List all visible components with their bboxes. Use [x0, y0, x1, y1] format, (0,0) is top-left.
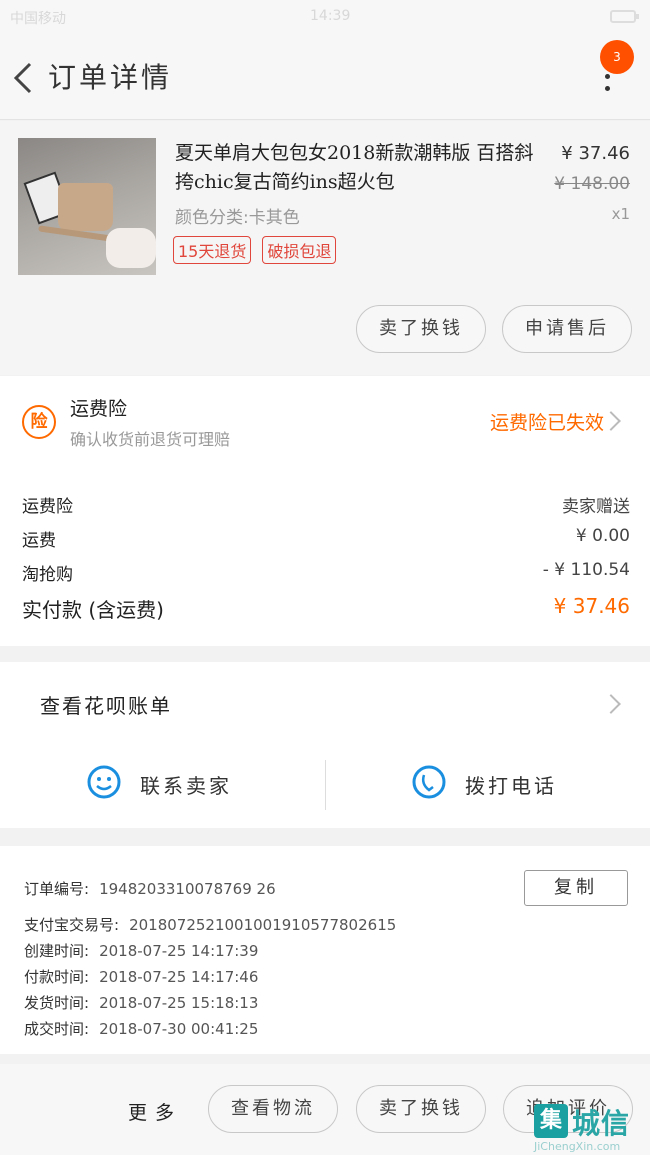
huabei-bill-label: 查看花呗账单: [40, 694, 172, 718]
shipped-time-label: 发货时间:: [24, 994, 90, 1012]
huabei-contact-card: 查看花呗账单 联系卖家 拨打电话: [0, 662, 650, 828]
phone-icon: [412, 765, 446, 799]
created-time-value: 2018-07-25 14:17:39: [99, 942, 259, 960]
total-paid-row: 实付款 (含运费) ¥ 37.46: [22, 594, 630, 623]
message-badge: 3: [600, 40, 634, 74]
fee-label: 运费险: [22, 497, 73, 517]
page-title: 订单详情: [48, 61, 173, 94]
watermark-logo-icon: 集: [534, 1104, 568, 1138]
more-actions-button[interactable]: 更多: [128, 1098, 182, 1125]
fee-value: - ¥ 110.54: [542, 560, 630, 580]
fee-label: 淘抢购: [22, 565, 73, 585]
sell-button[interactable]: 卖了换钱: [356, 305, 486, 353]
view-logistics-button[interactable]: 查看物流: [208, 1085, 338, 1133]
after-sale-button[interactable]: 申请售后: [502, 305, 632, 353]
site-watermark: 集 城信 JiChengXin.com: [534, 1102, 650, 1155]
order-number-row: 订单编号: 1948203310078769 26: [24, 878, 276, 899]
original-price: ¥ 148.00: [554, 174, 630, 194]
nav-bar: 订单详情 3: [0, 36, 650, 120]
chat-smile-icon: [87, 765, 121, 799]
insurance-title: 运费险: [70, 398, 128, 420]
huabei-bill-row[interactable]: 查看花呗账单: [0, 662, 650, 748]
more-menu-button[interactable]: 3: [588, 40, 638, 100]
watermark-text: 城信: [572, 1107, 631, 1140]
clock: 14:39: [310, 8, 351, 24]
fee-row-insurance: 运费险 卖家赠送: [22, 492, 630, 517]
shipped-time-row: 发货时间: 2018-07-25 15:18:13: [24, 992, 258, 1013]
insurance-icon: 险: [22, 405, 56, 439]
completed-time-row: 成交时间: 2018-07-30 00:41:25: [24, 1018, 258, 1039]
alipay-trade-value: 2018072521001001910577802615: [129, 916, 397, 934]
carrier-label: 中国移动: [10, 11, 66, 27]
alipay-trade-label: 支付宝交易号:: [24, 916, 120, 934]
fee-summary: 运费险 卖家赠送 运费 ¥ 0.00 淘抢购 - ¥ 110.54 实付款 (含…: [0, 466, 650, 646]
product-title[interactable]: 夏天单肩大包包女2018新款潮韩版 百搭斜挎chic复古简约ins超火包: [175, 139, 545, 197]
copy-button[interactable]: 复制: [524, 870, 628, 906]
chevron-right-icon: [601, 411, 621, 431]
paid-time-row: 付款时间: 2018-07-25 14:17:46: [24, 966, 258, 987]
total-label: 实付款 (含运费): [22, 598, 164, 622]
fee-row-flash-sale: 淘抢购 - ¥ 110.54: [22, 560, 630, 585]
insurance-status: 运费险已失效: [489, 412, 604, 434]
contact-seller-button[interactable]: 联系卖家: [0, 758, 325, 814]
completed-time-value: 2018-07-30 00:41:25: [99, 1020, 259, 1038]
created-time-label: 创建时间:: [24, 942, 90, 960]
watermark-url: JiChengXin.com: [534, 1140, 621, 1153]
product-image[interactable]: [18, 138, 156, 275]
back-arrow-icon[interactable]: [8, 58, 38, 98]
product-price: ¥ 37.46: [561, 143, 630, 164]
tag-return: 15天退货: [173, 236, 252, 264]
order-number-label: 订单编号:: [24, 880, 90, 898]
battery-icon: [610, 10, 639, 23]
chevron-right-icon: [601, 694, 621, 714]
fee-row-shipping: 运费 ¥ 0.00: [22, 526, 630, 551]
call-phone-label: 拨打电话: [465, 774, 557, 798]
alipay-trade-row: 支付宝交易号: 2018072521001001910577802615: [24, 914, 396, 935]
paid-time-value: 2018-07-25 14:17:46: [99, 968, 259, 986]
fee-label: 运费: [22, 531, 56, 551]
product-quantity: x1: [611, 205, 630, 223]
contact-seller-label: 联系卖家: [140, 774, 232, 798]
completed-time-label: 成交时间:: [24, 1020, 90, 1038]
service-tags: 15天退货 破损包退: [173, 236, 342, 264]
product-spec: 颜色分类:卡其色: [175, 208, 300, 228]
shipped-time-value: 2018-07-25 15:18:13: [99, 994, 259, 1012]
order-info: 订单编号: 1948203310078769 26 复制 支付宝交易号: 20180…: [0, 846, 650, 1054]
call-phone-button[interactable]: 拨打电话: [325, 758, 650, 814]
status-bar: 中国移动 14:39: [0, 0, 650, 36]
insurance-subtitle: 确认收货前退货可理赔: [70, 430, 231, 449]
fee-value: ¥ 0.00: [575, 526, 630, 546]
shipping-insurance-row[interactable]: 险 运费险 确认收货前退货可理赔 运费险已失效: [0, 376, 650, 466]
total-value: ¥ 37.46: [553, 594, 630, 618]
sell-again-button[interactable]: 卖了换钱: [356, 1085, 486, 1133]
paid-time-label: 付款时间:: [24, 968, 90, 986]
order-number-value: 1948203310078769 26: [99, 880, 276, 898]
tag-damage: 破损包退: [262, 236, 337, 264]
product-section: 夏天单肩大包包女2018新款潮韩版 百搭斜挎chic复古简约ins超火包 颜色分…: [0, 121, 650, 375]
created-time-row: 创建时间: 2018-07-25 14:17:39: [24, 940, 258, 961]
fee-value: 卖家赠送: [562, 497, 630, 517]
